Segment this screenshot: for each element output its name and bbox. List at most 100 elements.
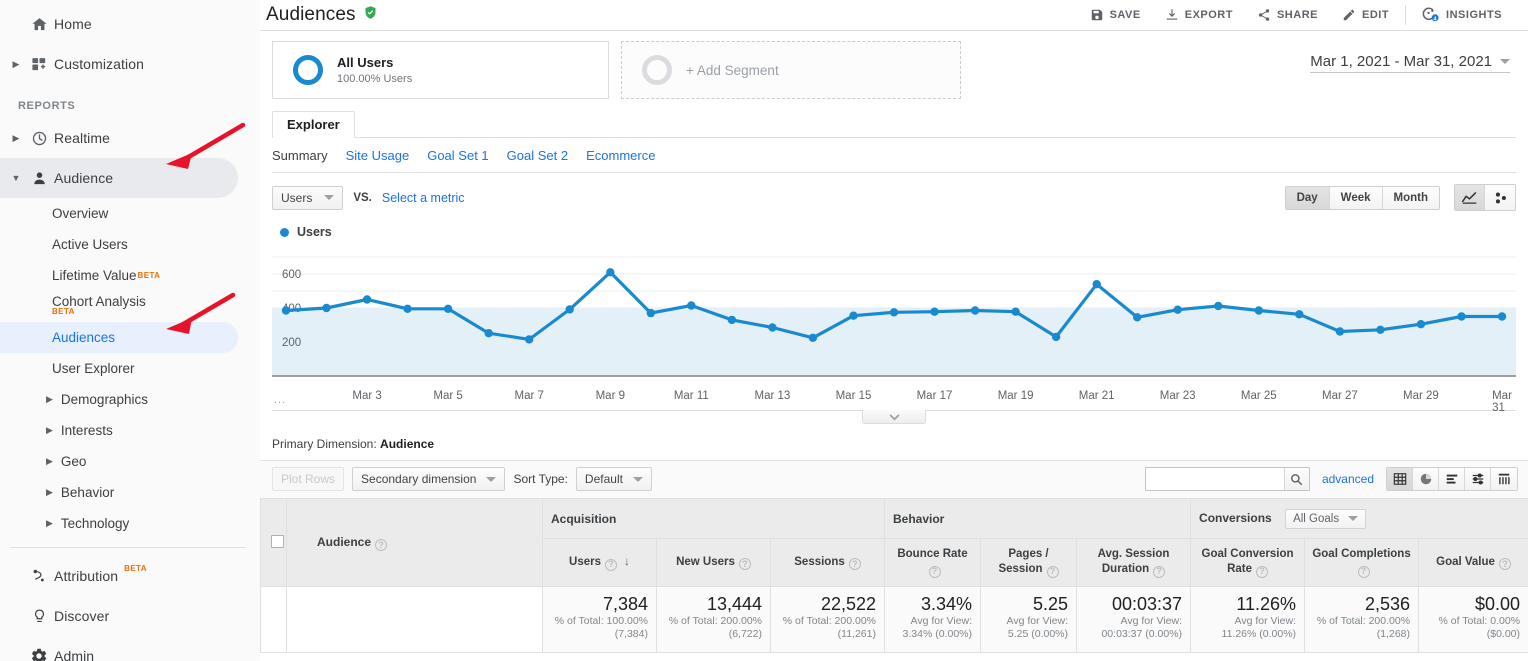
granularity-month[interactable]: Month <box>1382 186 1439 209</box>
sort-type-label: Sort Type: <box>513 472 568 486</box>
primary-dimension-value[interactable]: Audience <box>380 437 434 451</box>
tab-site-usage[interactable]: Site Usage <box>346 148 410 163</box>
help-icon[interactable]: ? <box>1256 565 1268 578</box>
line-chart-icon[interactable] <box>1455 185 1485 210</box>
header-actions: SAVE EXPORT SHARE EDIT 4 INSIGHTS <box>1078 2 1514 28</box>
sidebar-subitem-behavior[interactable]: ▶ Behavior <box>0 477 260 508</box>
sidebar-subitem-audiences[interactable]: Audiences <box>0 322 238 353</box>
analytics-app: Home ▶ Customization REPORTS ▶ Realtime <box>0 0 1528 661</box>
sidebar-subitem-label: Demographics <box>60 392 148 407</box>
segment-all-users[interactable]: All Users 100.00% Users <box>272 41 609 99</box>
totals-sub2: 3.34% (0.00%) <box>902 628 972 640</box>
performance-view-icon[interactable] <box>1439 468 1465 490</box>
sidebar-item-home[interactable]: Home <box>0 4 260 44</box>
help-icon[interactable]: ? <box>738 558 751 571</box>
primary-metric-label: Users <box>281 190 313 205</box>
sidebar-subitem-label: User Explorer <box>52 361 135 376</box>
table-group-header-row: Audience? Acquisition Behavior Conversio… <box>260 498 1528 587</box>
chevron-right-icon[interactable]: ▶ <box>8 59 24 69</box>
column-header-goal-value[interactable]: Goal Value? <box>1418 538 1528 587</box>
chevron-down-icon <box>1348 516 1359 521</box>
dimension-header-label: Audience <box>317 534 372 549</box>
sidebar-subitem-technology[interactable]: ▶ Technology <box>0 508 260 539</box>
tab-goal-set-2[interactable]: Goal Set 2 <box>507 148 568 163</box>
tab-explorer[interactable]: Explorer <box>272 111 355 138</box>
insights-label: INSIGHTS <box>1446 9 1502 21</box>
help-icon[interactable]: ? <box>848 558 861 571</box>
help-icon[interactable]: ? <box>1046 565 1059 578</box>
column-header-new-users[interactable]: New Users? <box>656 538 771 587</box>
x-axis-tick: Mar 25 <box>1240 390 1277 402</box>
x-axis-ellipsis: ... <box>274 394 287 406</box>
save-button[interactable]: SAVE <box>1078 2 1153 28</box>
dimension-header-cell[interactable]: Audience? <box>286 498 543 587</box>
x-axis-tick: Mar 9 <box>595 390 625 402</box>
primary-metric-select[interactable]: Users <box>272 185 344 210</box>
edit-button[interactable]: EDIT <box>1330 2 1401 28</box>
column-header-bounce-rate[interactable]: Bounce Rate? <box>884 538 981 587</box>
sort-type-select[interactable]: Default <box>575 467 652 491</box>
sidebar-item-discover[interactable]: Discover <box>0 596 260 636</box>
sidebar-item-customization[interactable]: ▶ Customization <box>0 44 260 84</box>
sidebar-item-audience[interactable]: ▼ Audience <box>0 158 238 198</box>
select-all-checkbox-cell[interactable] <box>260 498 287 587</box>
pie-view-icon[interactable] <box>1413 468 1439 490</box>
column-header-goal-conversion-rate[interactable]: Goal Conversion Rate? <box>1190 538 1306 587</box>
tab-goal-set-1[interactable]: Goal Set 1 <box>427 148 488 163</box>
help-icon[interactable]: ? <box>604 558 617 571</box>
secondary-dimension-select[interactable]: Secondary dimension <box>352 467 506 491</box>
select-all-checkbox[interactable] <box>271 534 284 548</box>
insights-button[interactable]: 4 INSIGHTS <box>1410 2 1514 28</box>
column-header-users[interactable]: Users? ↓ <box>542 538 657 587</box>
sidebar-subitem-geo[interactable]: ▶ Geo <box>0 446 260 477</box>
sidebar-subitem-demographics[interactable]: ▶ Demographics <box>0 384 260 415</box>
sidebar-subitem-interests[interactable]: ▶ Interests <box>0 415 260 446</box>
sidebar-item-realtime[interactable]: ▶ Realtime <box>0 118 260 158</box>
export-label: EXPORT <box>1184 9 1233 21</box>
granularity-week[interactable]: Week <box>1329 186 1383 209</box>
select-a-metric-link[interactable]: Select a metric <box>382 191 465 205</box>
column-header-avg-session-duration[interactable]: Avg. Session Duration? <box>1075 538 1192 587</box>
add-segment-button[interactable]: + Add Segment <box>621 41 961 99</box>
chevron-right-icon[interactable]: ▶ <box>8 133 24 143</box>
table-view-icon[interactable] <box>1387 468 1413 490</box>
sidebar-subitem-overview[interactable]: Overview <box>0 198 260 229</box>
chevron-down-icon <box>632 476 643 482</box>
sidebar-subitem-lifetime-value[interactable]: Lifetime Value BETA <box>0 260 260 291</box>
scatter-chart-icon[interactable] <box>1485 185 1515 210</box>
pivot-view-icon[interactable] <box>1491 468 1517 490</box>
search-button[interactable] <box>1283 468 1309 490</box>
tab-summary[interactable]: Summary <box>272 148 328 163</box>
help-icon[interactable]: ? <box>1357 565 1370 578</box>
users-line-chart[interactable]: 200 400 600 <box>272 245 1516 390</box>
column-header-goal-completions[interactable]: Goal Completions? <box>1304 538 1420 587</box>
help-icon[interactable]: ? <box>1153 565 1166 578</box>
tab-ecommerce[interactable]: Ecommerce <box>586 148 655 163</box>
export-button[interactable]: EXPORT <box>1153 2 1245 28</box>
date-range-picker[interactable]: Mar 1, 2021 - Mar 31, 2021 <box>1310 53 1510 73</box>
advanced-link[interactable]: advanced <box>1322 472 1374 486</box>
totals-sub2: (11,261) <box>837 628 876 640</box>
sidebar-subitem-user-explorer[interactable]: User Explorer <box>0 353 260 384</box>
help-icon[interactable]: ? <box>928 565 941 578</box>
chevron-down-icon[interactable]: ▼ <box>8 173 24 183</box>
sidebar-subitem-active-users[interactable]: Active Users <box>0 229 260 260</box>
help-icon[interactable]: ? <box>375 538 388 551</box>
all-goals-select[interactable]: All Goals <box>1285 508 1367 529</box>
x-axis-tick: Mar 7 <box>514 390 544 402</box>
column-header-sessions[interactable]: Sessions? <box>770 538 885 587</box>
help-icon[interactable]: ? <box>1498 558 1511 571</box>
sidebar-subitem-label: Technology <box>60 516 130 531</box>
share-button[interactable]: SHARE <box>1245 2 1330 28</box>
sidebar-item-attribution[interactable]: Attribution BETA <box>0 556 260 596</box>
search-input[interactable] <box>1145 468 1284 490</box>
sidebar-item-label: Attribution <box>54 568 119 584</box>
collapse-chart-button[interactable] <box>862 410 926 424</box>
column-header-pages-session[interactable]: Pages / Session? <box>980 538 1077 587</box>
sidebar-item-admin[interactable]: Admin <box>0 636 260 661</box>
sidebar-subitem-cohort-analysis[interactable]: Cohort Analysis BETA <box>0 291 260 322</box>
clock-icon <box>24 130 54 147</box>
plot-rows-button[interactable]: Plot Rows <box>272 467 345 491</box>
comparison-view-icon[interactable] <box>1465 468 1491 490</box>
granularity-day[interactable]: Day <box>1285 186 1330 209</box>
